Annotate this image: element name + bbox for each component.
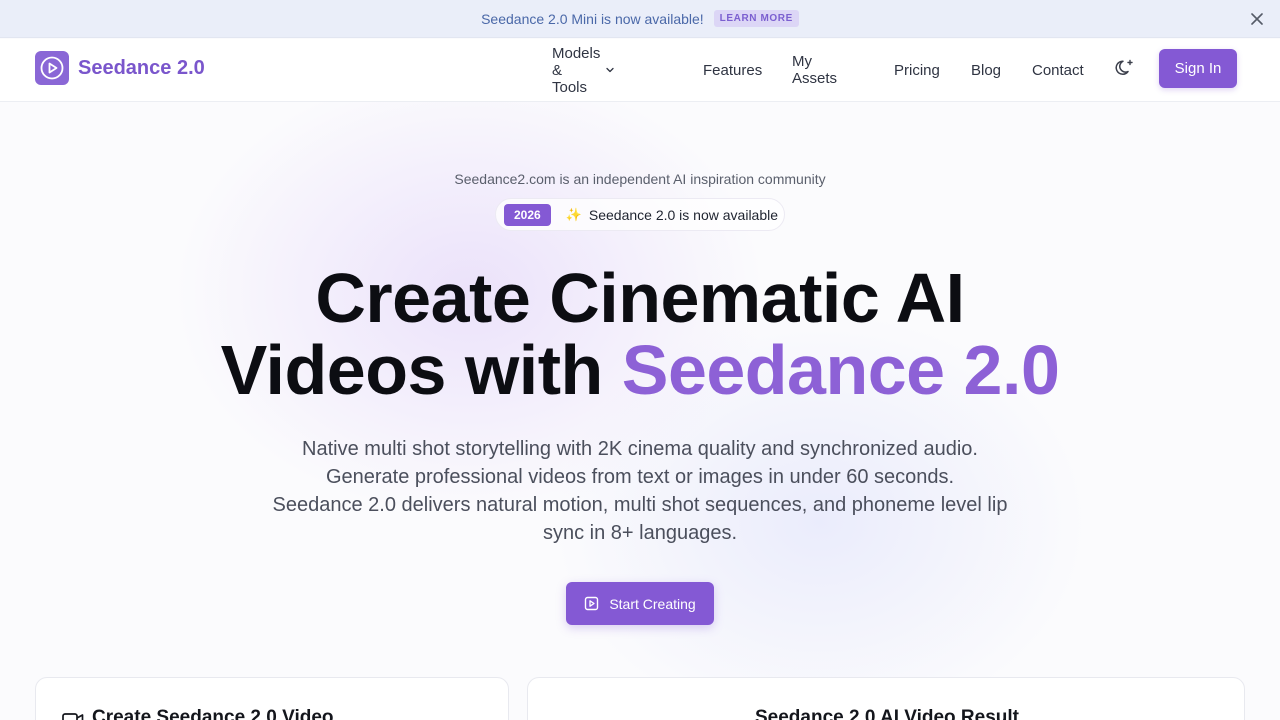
start-creating-label: Start Creating [609, 595, 696, 612]
nav-pricing[interactable]: Pricing [894, 62, 940, 79]
hero-description: Native multi shot storytelling with 2K c… [240, 435, 1040, 547]
hero-section: Seedance2.com is an independent AI inspi… [0, 102, 1280, 720]
badge-text: Seedance 2.0 is now available [588, 206, 779, 223]
create-video-title: Create Seedance 2.0 Video [92, 707, 334, 720]
sparkle-icon: ✨ [565, 206, 582, 222]
nav-models-tools[interactable]: Models & Tools [552, 45, 615, 96]
start-creating-button[interactable]: Start Creating [566, 582, 714, 625]
nav-blog[interactable]: Blog [971, 62, 1001, 79]
hero-title-line1: Create Cinematic AI [315, 259, 965, 337]
hero-description-line: Native multi shot storytelling with 2K c… [302, 438, 978, 460]
nav-my-assets[interactable]: My Assets [792, 53, 837, 87]
nav-models-tools-label: Models & Tools [552, 44, 601, 96]
logo-link[interactable]: Seedance 2.0 [35, 51, 205, 85]
moon-sparkle-icon[interactable] [1114, 57, 1136, 79]
hero-title-line2-prefix: Videos with [220, 331, 622, 409]
community-tagline: Seedance2.com is an independent AI inspi… [454, 171, 826, 187]
logo-text: Seedance 2.0 [78, 56, 205, 79]
sign-in-button[interactable]: Sign In [1159, 49, 1237, 88]
nav-features[interactable]: Features [703, 62, 762, 79]
video-camera-icon [62, 711, 84, 720]
announcement-bar: Seedance 2.0 Mini is now available! LEAR… [0, 0, 1280, 38]
chevron-down-icon [605, 65, 615, 75]
play-circle-icon [35, 51, 69, 85]
video-result-title: Seedance 2.0 AI Video Result [755, 707, 1019, 720]
hero-title-accent: Seedance 2.0 [621, 331, 1060, 409]
learn-more-link[interactable]: LEARN MORE [713, 10, 799, 27]
year-badge: 2026 [504, 203, 551, 226]
hero-description-line: sync in 8+ languages. [542, 522, 738, 544]
announcement-text: Seedance 2.0 Mini is now available! [481, 10, 704, 27]
announcement-badge: 2026 ✨ Seedance 2.0 is now available [495, 198, 785, 231]
play-square-icon [584, 596, 599, 611]
close-icon[interactable] [1248, 10, 1266, 28]
nav-contact[interactable]: Contact [1032, 62, 1084, 79]
video-result-card: Seedance 2.0 AI Video Result [527, 677, 1245, 720]
hero-description-line: Seedance 2.0 delivers natural motion, mu… [272, 494, 1008, 516]
create-video-card: Create Seedance 2.0 Video [35, 677, 509, 720]
hero-title: Create Cinematic AI Videos with Seedance… [0, 262, 1280, 406]
hero-description-line: Generate professional videos from text o… [325, 466, 955, 488]
site-header: Seedance 2.0 Models & Tools Features My … [0, 39, 1280, 102]
